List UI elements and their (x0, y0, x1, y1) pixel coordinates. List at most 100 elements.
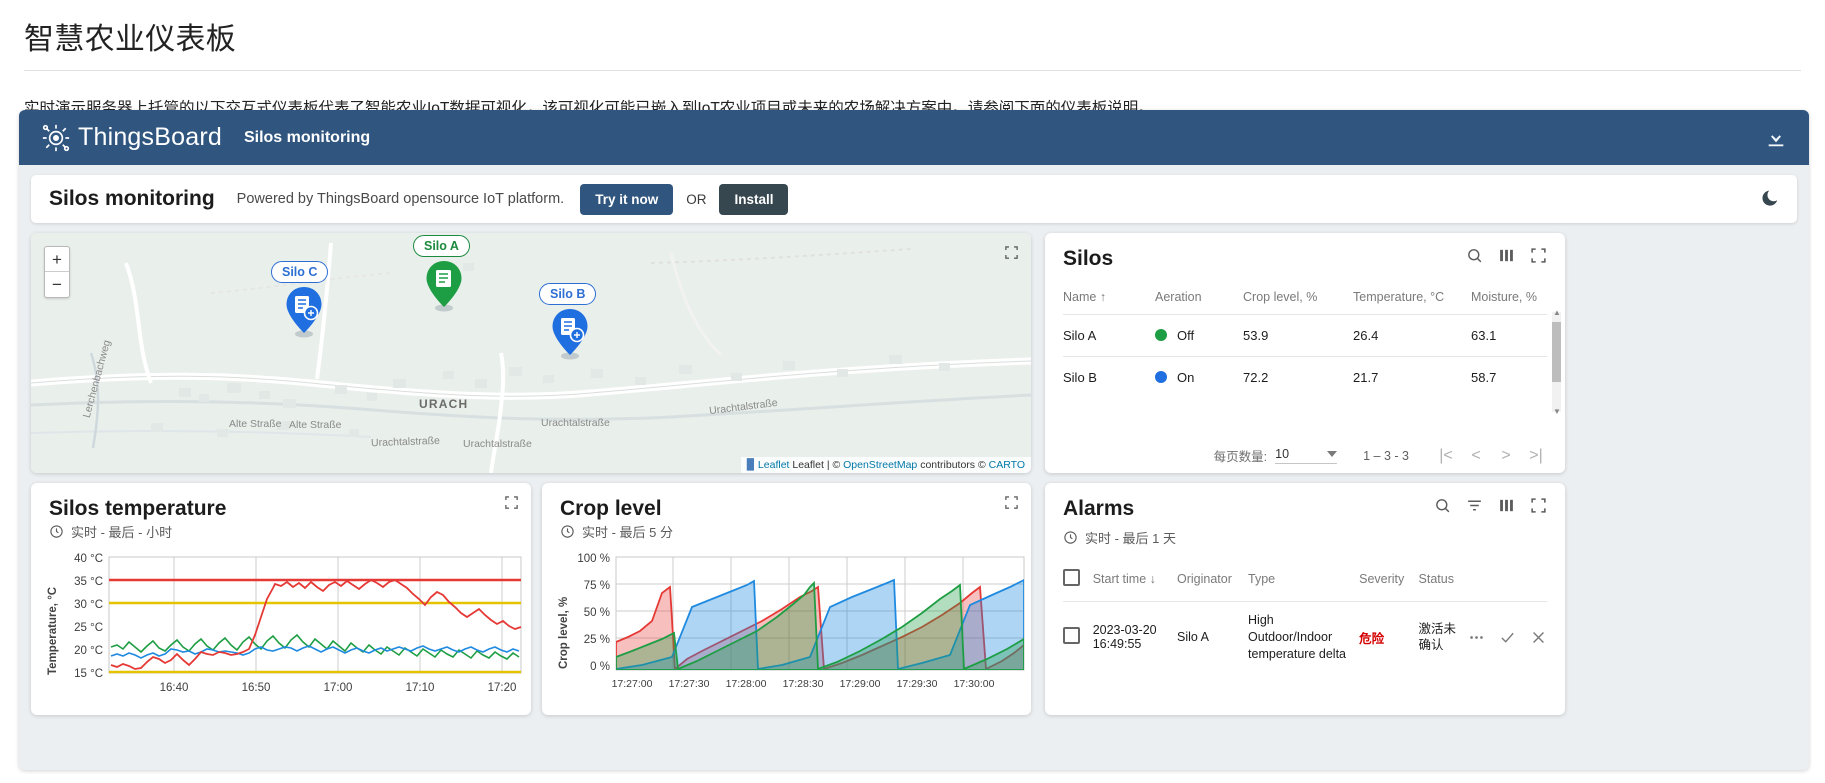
carto-link[interactable]: CARTO (989, 459, 1025, 471)
map-pin-silo-b[interactable] (549, 305, 591, 361)
temp-ytick: 25 °C (74, 622, 103, 634)
map-marker-label-silo-a[interactable]: Silo A (413, 235, 470, 257)
col-type[interactable]: Type (1248, 563, 1359, 602)
crop-xtick: 17:30:00 (954, 678, 995, 690)
temp-ytick: 35 °C (74, 576, 103, 588)
sort-desc-icon: ↓ (1149, 572, 1156, 587)
scroll-down-icon[interactable]: ▼ (1553, 407, 1561, 416)
crop-chart-svg: 100 % 75 % 50 % 25 % 0 % 17:27:00 17:27:… (577, 553, 1025, 690)
select-all-checkbox[interactable] (1063, 569, 1080, 587)
col-aeration[interactable]: Aeration (1155, 284, 1243, 315)
map-street-label: Alte Straße (229, 418, 282, 430)
cell-start-time: 2023-03-20 16:49:55 (1092, 601, 1177, 673)
download-icon[interactable] (1765, 127, 1787, 149)
promo-subtitle: Powered by ThingsBoard opensource IoT pl… (236, 191, 565, 207)
temp-y-axis-label: Temperature, °C (47, 586, 59, 676)
fullscreen-icon[interactable] (1530, 247, 1547, 264)
cell-status: 激活未确认 (1418, 601, 1468, 673)
columns-icon[interactable] (1498, 497, 1515, 514)
dashboard-title: Silos monitoring (243, 128, 371, 146)
aeration-status-dot (1155, 329, 1167, 342)
col-originator[interactable]: Originator (1177, 563, 1248, 602)
crop-ytick: 0 % (590, 661, 610, 673)
table-row[interactable]: Silo B On 72.2 21.7 58.7 (1063, 356, 1547, 399)
cell-aeration: On (1155, 356, 1243, 399)
temp-ytick: 40 °C (74, 553, 103, 565)
silos-table-scrollbar[interactable]: ▲ ▼ (1552, 308, 1561, 416)
fullscreen-icon[interactable] (1004, 495, 1019, 510)
table-row[interactable]: Silo A Off 53.9 26.4 63.1 (1063, 314, 1547, 357)
crop-timewindow[interactable]: 实时 - 最后 5 分 (542, 520, 1031, 541)
silos-header: Silos (1045, 233, 1565, 270)
chevron-down-icon (1327, 451, 1338, 457)
close-icon[interactable] (1530, 629, 1547, 646)
cell-severity: 危险 (1359, 601, 1419, 673)
filter-icon[interactable] (1466, 497, 1483, 514)
col-crop-level[interactable]: Crop level, % (1243, 284, 1353, 315)
map-canvas[interactable]: URACH Alte Straße Alte Straße Urachtalst… (31, 233, 1031, 473)
next-page-button[interactable]: > (1491, 447, 1521, 465)
osm-link[interactable]: OpenStreetMap (843, 459, 917, 471)
silos-table-header-row: Name ↑ Aeration Crop level, % Temperatur… (1063, 284, 1547, 315)
search-icon[interactable] (1434, 497, 1451, 514)
crop-ytick: 50 % (584, 607, 610, 619)
try-it-now-button[interactable]: Try it now (580, 183, 674, 215)
leaflet-link[interactable]: Leaflet (758, 459, 790, 471)
map-pin-silo-a[interactable] (423, 257, 465, 313)
temp-xtick: 17:10 (406, 682, 435, 694)
crop-level-widget: Crop level 实时 - 最后 5 分 Crop level, % 100… (542, 483, 1031, 715)
more-icon[interactable] (1468, 629, 1485, 646)
temp-chart-svg: 40 °C 35 °C 30 °C 25 °C 20 °C 15 °C 16:4… (74, 553, 522, 694)
temp-xtick: 16:50 (242, 682, 271, 694)
map-zoom-in-button[interactable]: + (45, 247, 69, 272)
alarms-widget: Alarms 实时 - 最后 1 天 Start time ↓ Originat… (1045, 483, 1565, 715)
clock-icon (561, 525, 574, 538)
alarms-timewindow[interactable]: 实时 - 最后 1 天 (1045, 520, 1565, 547)
row-checkbox[interactable] (1063, 627, 1080, 645)
map-zoom-out-button[interactable]: − (45, 272, 69, 297)
map-widget: URACH Alte Straße Alte Straße Urachtalst… (31, 233, 1031, 473)
alarms-table: Start time ↓ Originator Type Severity St… (1063, 563, 1547, 673)
crop-xtick: 17:29:30 (897, 678, 938, 690)
prev-page-button[interactable]: < (1461, 447, 1491, 465)
map-zoom-control[interactable]: + − (44, 246, 70, 298)
table-row[interactable]: 2023-03-20 16:49:55 Silo A High Outdoor/… (1063, 601, 1547, 673)
install-button[interactable]: Install (719, 183, 789, 215)
scrollbar-thumb[interactable] (1552, 322, 1561, 383)
page-range-label: 1 – 3 - 3 (1363, 448, 1409, 463)
col-select-all[interactable] (1063, 563, 1093, 602)
first-page-button[interactable]: |< (1431, 447, 1461, 465)
col-start-time[interactable]: Start time ↓ (1093, 563, 1177, 602)
moon-icon[interactable] (1759, 189, 1779, 209)
col-severity[interactable]: Severity (1359, 563, 1418, 602)
col-moisture[interactable]: Moisture, % (1471, 284, 1547, 315)
map-street-label: Urachtalstraße (463, 438, 532, 450)
col-status[interactable]: Status (1419, 563, 1468, 602)
map-marker-label-silo-c[interactable]: Silo C (271, 261, 329, 283)
map-marker-label-silo-b[interactable]: Silo B (539, 283, 597, 305)
fullscreen-icon[interactable] (504, 495, 519, 510)
temp-ytick: 20 °C (74, 645, 103, 657)
col-temperature[interactable]: Temperature, °C (1353, 284, 1471, 315)
cell-select[interactable] (1063, 601, 1093, 673)
page-size-select[interactable]: 10 (1275, 447, 1338, 464)
fullscreen-icon[interactable] (1530, 497, 1547, 514)
temp-chart-area: Temperature, °C 40 °C 35 °C 30 °C 25 °C … (31, 547, 531, 702)
scroll-up-icon[interactable]: ▲ (1553, 308, 1561, 317)
map-town-label: URACH (419, 397, 469, 411)
temp-timewindow[interactable]: 实时 - 最后 - 小时 (31, 520, 531, 541)
page-title: 智慧农业仪表板 (24, 23, 237, 56)
crop-chart-area: Crop level, % 100 % 75 % 50 % 25 % 0 % 1… (542, 547, 1031, 702)
col-name[interactable]: Name ↑ (1063, 284, 1155, 315)
aeration-label: On (1177, 370, 1195, 386)
promo-or-label: OR (686, 191, 707, 207)
crop-ytick: 100 % (577, 553, 610, 565)
crop-ytick: 75 % (584, 580, 610, 592)
check-icon[interactable] (1499, 629, 1516, 646)
fullscreen-icon[interactable] (1004, 245, 1019, 260)
alarm-date: 2023-03-20 (1092, 623, 1157, 638)
last-page-button[interactable]: >| (1521, 447, 1551, 465)
columns-icon[interactable] (1498, 247, 1515, 264)
search-icon[interactable] (1466, 247, 1483, 264)
map-pin-silo-c[interactable] (283, 283, 325, 339)
